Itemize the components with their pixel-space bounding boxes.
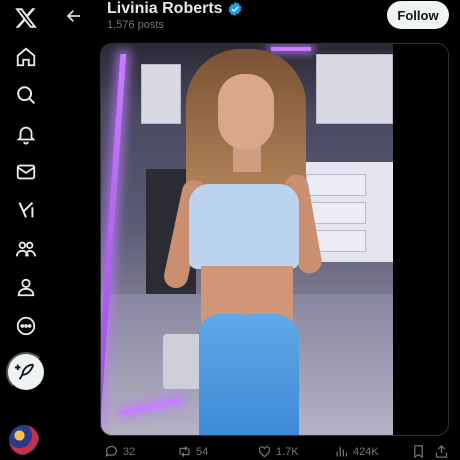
reply-button[interactable]: 32 (104, 444, 135, 459)
more-circle-icon[interactable] (9, 309, 43, 343)
post-photo[interactable] (101, 44, 393, 435)
bookmark-button[interactable] (411, 444, 426, 459)
home-icon[interactable] (9, 40, 43, 74)
envelope-icon[interactable] (9, 155, 43, 189)
profile-title-row: Livinia Roberts (107, 0, 243, 18)
repost-icon (179, 446, 190, 457)
views-button[interactable]: 424K (334, 444, 379, 459)
bar-chart-icon (336, 447, 348, 457)
follow-button[interactable]: Follow (387, 1, 449, 29)
post-actions-bar: 32 54 1.7K 424K (100, 440, 450, 460)
post-count: 1,576 posts (107, 19, 164, 31)
left-nav-rail (0, 0, 52, 460)
x-logo-icon[interactable] (9, 1, 43, 35)
bell-icon[interactable] (9, 117, 43, 151)
search-icon[interactable] (9, 78, 43, 112)
repost-button[interactable]: 54 (177, 444, 208, 459)
share-icon (435, 444, 448, 458)
back-arrow-icon[interactable] (62, 4, 86, 28)
grok-icon[interactable] (9, 193, 43, 227)
person-icon[interactable] (9, 270, 43, 304)
compose-post-button[interactable] (6, 352, 46, 392)
share-button[interactable] (434, 444, 449, 459)
reply-icon (105, 445, 118, 458)
profile-header: Livinia Roberts 1,576 posts Follow (52, 0, 460, 44)
reply-count: 32 (123, 445, 136, 458)
like-count: 1.7K (276, 445, 299, 458)
like-button[interactable]: 1.7K (257, 444, 299, 459)
heart-icon (258, 446, 271, 458)
people-icon[interactable] (9, 232, 43, 266)
bookmark-icon (414, 445, 423, 459)
post-media[interactable] (100, 43, 449, 436)
view-count: 424K (353, 445, 379, 458)
repost-count: 54 (196, 445, 209, 458)
profile-name: Livinia Roberts (107, 0, 223, 17)
verified-badge-icon (227, 1, 243, 17)
account-avatar[interactable] (9, 425, 39, 455)
feather-plus-icon (15, 363, 35, 380)
